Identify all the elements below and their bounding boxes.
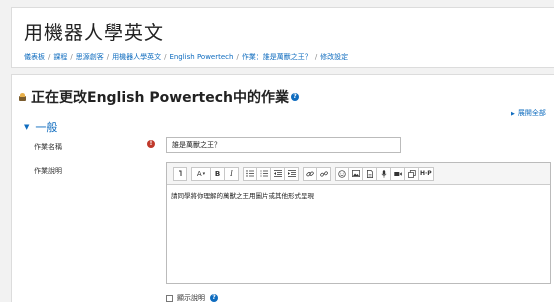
required-icon: ! xyxy=(147,140,155,148)
editor-toolbar: A ▾ B I H·P xyxy=(167,163,550,185)
breadcrumb-course[interactable]: 用機器人學英文 xyxy=(112,53,161,61)
breadcrumb-separator: / xyxy=(236,53,239,61)
unlink-icon xyxy=(319,170,328,177)
manage-files-button[interactable] xyxy=(405,166,419,181)
breadcrumb-separator: / xyxy=(106,53,110,61)
breadcrumb-separator: / xyxy=(48,53,51,61)
breadcrumb-section[interactable]: English Powertech xyxy=(169,53,233,61)
breadcrumb-separator: / xyxy=(164,53,167,61)
description-editor: A ▾ B I H·P 請同學將你理解的萬獸之王用圖片或其他形式呈現 xyxy=(166,162,551,284)
indent-button[interactable] xyxy=(285,166,299,181)
outdent-button[interactable] xyxy=(271,166,285,181)
video-camera-icon xyxy=(393,171,402,176)
format-style-icon: A xyxy=(196,169,202,178)
link-icon xyxy=(306,171,314,176)
expand-all-label: 展開全部 xyxy=(517,109,546,117)
breadcrumb-courses[interactable]: 課程 xyxy=(53,53,67,61)
help-icon[interactable]: ? xyxy=(291,93,299,101)
insert-media-button[interactable] xyxy=(363,166,377,181)
record-video-button[interactable] xyxy=(391,166,405,181)
breadcrumb-dashboard[interactable]: 儀表板 xyxy=(24,53,45,61)
record-audio-button[interactable] xyxy=(377,166,391,181)
copy-files-icon xyxy=(407,169,416,178)
page-header: 用機器人學英文 儀表板 / 課程 / 思源創客 / 用機器人學英文 / English Powe… xyxy=(11,7,554,68)
breadcrumb-category[interactable]: 思源創客 xyxy=(76,53,104,61)
main-content: 正在更改English Powertech中的作業 ? ▶ 展開全部 ▼ 一般 作… xyxy=(11,74,554,302)
unordered-list-button[interactable] xyxy=(243,166,257,181)
smiley-icon xyxy=(338,169,346,178)
description-label: 作業說明 xyxy=(34,167,62,175)
expand-all-link[interactable]: ▶ 展開全部 xyxy=(511,108,546,118)
chevron-down-icon: ▼ xyxy=(24,123,30,131)
outdent-icon xyxy=(273,170,282,177)
file-icon xyxy=(366,169,373,178)
paragraph-style-button[interactable]: A ▾ xyxy=(191,166,211,181)
breadcrumb: 儀表板 / 課程 / 思源創客 / 用機器人學英文 / English Powertech / 作業… xyxy=(24,52,348,62)
description-content-area[interactable]: 請同學將你理解的萬獸之王用圖片或其他形式呈現 xyxy=(167,185,550,205)
breadcrumb-assignment[interactable]: 作業：誰是萬獸之王？ xyxy=(242,53,312,61)
emoticon-button[interactable] xyxy=(335,166,349,181)
page-heading-text: 正在更改English Powertech中的作業 xyxy=(31,90,289,106)
insert-image-button[interactable] xyxy=(349,166,363,181)
unlink-button[interactable] xyxy=(317,166,331,181)
breadcrumb-separator: / xyxy=(314,53,318,61)
toolbar-toggle-icon xyxy=(178,170,181,176)
image-icon xyxy=(351,170,360,177)
section-general-toggle[interactable]: ▼ 一般 xyxy=(24,119,57,135)
bullet-list-icon xyxy=(246,170,254,177)
microphone-icon xyxy=(381,169,386,178)
assignment-icon xyxy=(18,92,27,102)
numbered-list-icon xyxy=(260,170,268,177)
collapse-toolbar-button[interactable] xyxy=(173,166,187,181)
assignment-name-input[interactable] xyxy=(166,137,401,153)
bold-button[interactable]: B xyxy=(211,166,225,181)
show-description-checkbox[interactable] xyxy=(166,294,173,302)
help-icon[interactable]: ? xyxy=(210,294,218,302)
italic-button[interactable]: I xyxy=(225,166,239,181)
link-button[interactable] xyxy=(303,166,317,181)
caret-down-icon: ▾ xyxy=(202,170,206,177)
breadcrumb-edit-settings[interactable]: 修改設定 xyxy=(320,53,348,61)
triangle-right-icon: ▶ xyxy=(511,111,515,117)
show-description-label: 顯示說明 xyxy=(177,294,205,302)
indent-icon xyxy=(287,170,296,177)
breadcrumb-separator: / xyxy=(70,53,73,61)
page-heading: 正在更改English Powertech中的作業 ? xyxy=(18,87,299,107)
site-title: 用機器人學英文 xyxy=(24,22,165,44)
assignment-name-label: 作業名稱 xyxy=(34,143,62,151)
section-general-title: 一般 xyxy=(35,121,58,134)
insert-h5p-button[interactable]: H·P xyxy=(419,166,434,181)
ordered-list-button[interactable] xyxy=(257,166,271,181)
show-description-row: 顯示說明 ? xyxy=(166,293,218,302)
